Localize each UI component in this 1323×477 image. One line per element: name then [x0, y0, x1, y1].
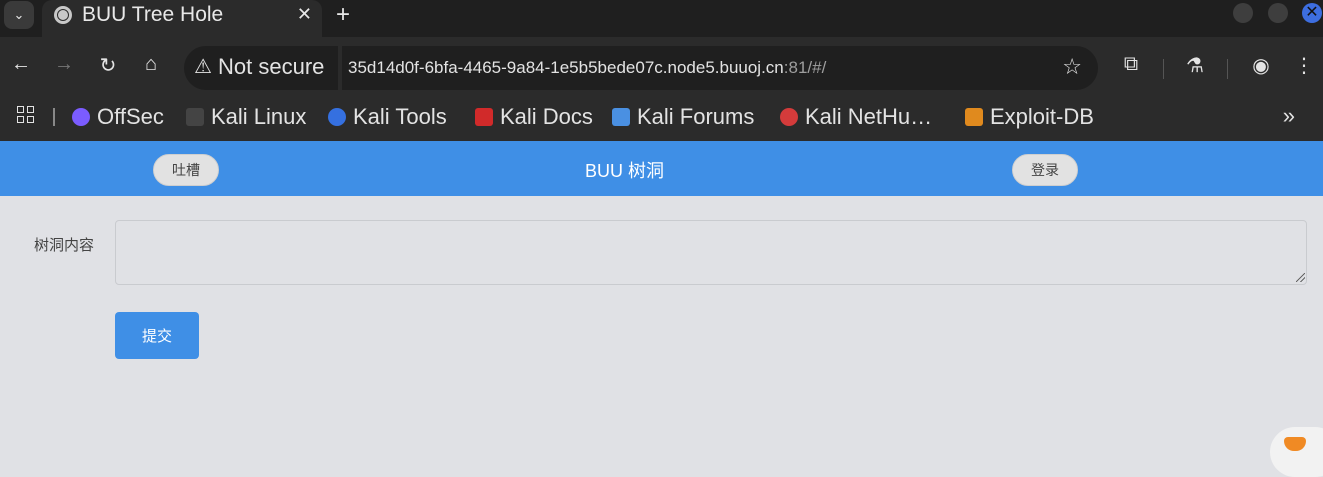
minimize-window-button[interactable] — [1233, 3, 1253, 23]
bookmark-label: Kali Tools — [353, 104, 447, 129]
chevron-down-icon[interactable]: ⌄ — [4, 1, 34, 29]
close-window-button[interactable]: ✕ — [1302, 3, 1322, 23]
bookmark-kali-nethunter[interactable]: Kali NetHu… — [780, 103, 932, 131]
kali-dragon-icon — [186, 108, 204, 126]
security-label[interactable]: Not secure — [218, 54, 324, 80]
kali-docs-icon — [475, 108, 493, 126]
bookmark-offsec[interactable]: OffSec — [72, 103, 164, 131]
offsec-icon — [72, 108, 90, 126]
star-icon[interactable]: ☆ — [1062, 54, 1082, 80]
bookmark-label: Exploit-DB — [990, 104, 1094, 129]
kali-forums-icon — [612, 108, 630, 126]
browser-toolbar: ← → ↻ ⌂ ⚠ Not secure 35d14d0f-6bfa-4465-… — [0, 37, 1323, 99]
url-path: :81/#/ — [783, 58, 827, 77]
warning-icon: ⚠ — [194, 56, 212, 78]
resize-handle-icon[interactable] — [1296, 273, 1305, 282]
content-field-label: 树洞内容 — [34, 237, 95, 254]
submit-button[interactable]: 提交 — [115, 312, 199, 359]
back-arrow-icon[interactable]: ← — [7, 53, 35, 76]
bookmark-kali-tools[interactable]: Kali Tools — [328, 103, 447, 131]
tab-title: BUU Tree Hole — [82, 3, 224, 26]
login-button[interactable]: 登录 — [1012, 154, 1078, 186]
url-host: 35d14d0f-6bfa-4465-9a84-1e5b5bede07c.nod… — [348, 58, 784, 77]
mascot-icon — [1284, 437, 1306, 451]
bookmark-label: OffSec — [97, 104, 164, 129]
kali-tools-icon — [328, 108, 346, 126]
close-icon[interactable]: ✕ — [297, 4, 312, 25]
browser-tab[interactable]: BUU Tree Hole ✕ — [42, 0, 322, 37]
flask-icon[interactable]: ⚗ — [1181, 53, 1209, 78]
bookmark-label: Kali Forums — [637, 104, 755, 129]
profile-icon[interactable]: ◉ — [1247, 53, 1275, 78]
floating-widget[interactable] — [1270, 427, 1323, 477]
new-tab-button[interactable]: + — [336, 1, 350, 29]
bookmark-kali-docs[interactable]: Kali Docs — [475, 103, 593, 131]
browser-tab-bar: ⌄ BUU Tree Hole ✕ + ✕ — [0, 0, 1323, 37]
kebab-menu-icon[interactable]: ⋮ — [1290, 53, 1318, 78]
bookmark-label: Kali Linux — [211, 104, 307, 129]
home-icon[interactable]: ⌂ — [137, 53, 165, 76]
toolbar-divider — [1163, 59, 1164, 79]
omnibox-divider — [338, 46, 342, 90]
bookmarks-bar: OffSec Kali Linux Kali Tools Kali Docs K… — [0, 99, 1323, 141]
extensions-icon[interactable]: ⧉ — [1117, 53, 1145, 76]
bookmark-label: Kali NetHu… — [805, 104, 933, 129]
toolbar-divider — [1227, 59, 1228, 79]
reload-icon[interactable]: ↻ — [94, 53, 122, 78]
forward-arrow-icon[interactable]: → — [50, 53, 78, 76]
bookmarks-divider — [53, 108, 55, 126]
site-navbar: 吐槽 BUU 树洞 登录 — [0, 141, 1323, 196]
kali-nethunter-icon — [780, 108, 798, 126]
bookmark-kali-forums[interactable]: Kali Forums — [612, 103, 754, 131]
more-bookmarks-button[interactable]: » — [1283, 103, 1295, 129]
content-textarea[interactable] — [115, 220, 1307, 285]
bookmark-exploit-db[interactable]: Exploit-DB — [965, 103, 1094, 131]
globe-icon — [54, 6, 72, 24]
bookmark-kali-linux[interactable]: Kali Linux — [186, 103, 306, 131]
apps-grid-icon[interactable] — [17, 106, 37, 126]
bookmark-label: Kali Docs — [500, 104, 593, 129]
address-bar[interactable]: ⚠ Not secure 35d14d0f-6bfa-4465-9a84-1e5… — [184, 46, 1098, 90]
maximize-window-button[interactable] — [1268, 3, 1288, 23]
url-text[interactable]: 35d14d0f-6bfa-4465-9a84-1e5b5bede07c.nod… — [348, 58, 826, 78]
exploit-db-icon — [965, 108, 983, 126]
